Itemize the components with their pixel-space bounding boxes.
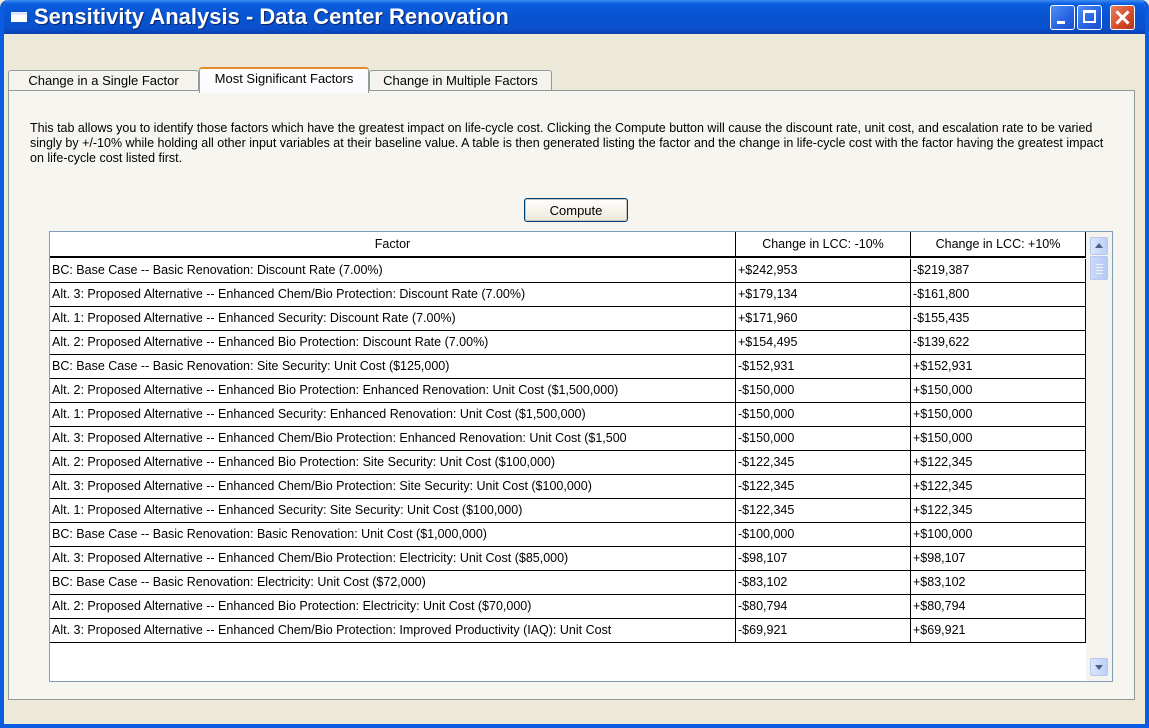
column-header-change-plus-10[interactable]: Change in LCC: +10%	[911, 232, 1086, 258]
table-row[interactable]: BC: Base Case -- Basic Renovation: Site …	[50, 355, 1086, 379]
cell-change-minus-10[interactable]: -$98,107	[736, 547, 911, 571]
cell-change-plus-10[interactable]: +$83,102	[911, 571, 1086, 595]
scroll-thumb[interactable]	[1090, 256, 1108, 280]
cell-factor[interactable]: Alt. 1: Proposed Alternative -- Enhanced…	[50, 403, 736, 427]
cell-factor[interactable]: Alt. 2: Proposed Alternative -- Enhanced…	[50, 595, 736, 619]
table-row[interactable]: Alt. 1: Proposed Alternative -- Enhanced…	[50, 499, 1086, 523]
cell-factor[interactable]: Alt. 1: Proposed Alternative -- Enhanced…	[50, 499, 736, 523]
window-app-icon	[11, 12, 27, 22]
table-row[interactable]: Alt. 3: Proposed Alternative -- Enhanced…	[50, 283, 1086, 307]
column-header-factor[interactable]: Factor	[50, 232, 736, 258]
cell-factor[interactable]: Alt. 2: Proposed Alternative -- Enhanced…	[50, 331, 736, 355]
window-title: Sensitivity Analysis - Data Center Renov…	[34, 4, 509, 29]
cell-change-minus-10[interactable]: -$100,000	[736, 523, 911, 547]
description-text: This tab allows you to identify those fa…	[30, 121, 1104, 165]
cell-factor[interactable]: Alt. 1: Proposed Alternative -- Enhanced…	[50, 307, 736, 331]
vertical-scrollbar[interactable]	[1086, 232, 1112, 681]
cell-change-plus-10[interactable]: +$80,794	[911, 595, 1086, 619]
table-row[interactable]: Alt. 3: Proposed Alternative -- Enhanced…	[50, 475, 1086, 499]
cell-change-minus-10[interactable]: -$150,000	[736, 427, 911, 451]
cell-factor[interactable]: BC: Base Case -- Basic Renovation: Disco…	[50, 259, 736, 283]
scroll-up-arrow-icon	[1095, 243, 1103, 248]
table-row[interactable]: Alt. 3: Proposed Alternative -- Enhanced…	[50, 547, 1086, 571]
cell-change-minus-10[interactable]: +$154,495	[736, 331, 911, 355]
scroll-down-button[interactable]	[1090, 658, 1108, 676]
close-button[interactable]	[1110, 5, 1135, 30]
cell-factor[interactable]: Alt. 3: Proposed Alternative -- Enhanced…	[50, 547, 736, 571]
cell-change-minus-10[interactable]: -$122,345	[736, 451, 911, 475]
cell-change-minus-10[interactable]: -$122,345	[736, 499, 911, 523]
table-row[interactable]: Alt. 1: Proposed Alternative -- Enhanced…	[50, 403, 1086, 427]
table-row[interactable]: Alt. 3: Proposed Alternative -- Enhanced…	[50, 427, 1086, 451]
cell-factor[interactable]: Alt. 3: Proposed Alternative -- Enhanced…	[50, 619, 736, 643]
scroll-up-button[interactable]	[1090, 237, 1108, 255]
cell-factor[interactable]: BC: Base Case -- Basic Renovation: Site …	[50, 355, 736, 379]
cell-factor[interactable]: Alt. 2: Proposed Alternative -- Enhanced…	[50, 451, 736, 475]
cell-change-minus-10[interactable]: -$83,102	[736, 571, 911, 595]
scroll-down-arrow-icon	[1095, 665, 1103, 670]
cell-change-plus-10[interactable]: +$122,345	[911, 451, 1086, 475]
minimize-button[interactable]	[1050, 5, 1075, 30]
table-row[interactable]: Alt. 2: Proposed Alternative -- Enhanced…	[50, 595, 1086, 619]
cell-factor[interactable]: Alt. 2: Proposed Alternative -- Enhanced…	[50, 379, 736, 403]
cell-change-minus-10[interactable]: -$152,931	[736, 355, 911, 379]
table-row[interactable]: Alt. 3: Proposed Alternative -- Enhanced…	[50, 619, 1086, 643]
cell-factor[interactable]: BC: Base Case -- Basic Renovation: Basic…	[50, 523, 736, 547]
column-header-change-minus-10[interactable]: Change in LCC: -10%	[736, 232, 911, 258]
tab-panel-most-significant-factors: This tab allows you to identify those fa…	[8, 90, 1135, 700]
cell-change-minus-10[interactable]: -$69,921	[736, 619, 911, 643]
cell-change-minus-10[interactable]: +$242,953	[736, 259, 911, 283]
cell-factor[interactable]: BC: Base Case -- Basic Renovation: Elect…	[50, 571, 736, 595]
table-row[interactable]: BC: Base Case -- Basic Renovation: Elect…	[50, 571, 1086, 595]
cell-change-minus-10[interactable]: +$179,134	[736, 283, 911, 307]
table-row[interactable]: Alt. 2: Proposed Alternative -- Enhanced…	[50, 331, 1086, 355]
table-header: Factor Change in LCC: -10% Change in LCC…	[50, 232, 1086, 259]
minimize-icon	[1057, 21, 1065, 24]
table-row[interactable]: BC: Base Case -- Basic Renovation: Basic…	[50, 523, 1086, 547]
tab-change-in-multiple-factors[interactable]: Change in Multiple Factors	[369, 70, 552, 91]
cell-change-plus-10[interactable]: -$155,435	[911, 307, 1086, 331]
cell-change-minus-10[interactable]: -$80,794	[736, 595, 911, 619]
maximize-button[interactable]	[1077, 5, 1102, 30]
compute-button[interactable]: Compute	[524, 198, 628, 222]
cell-factor[interactable]: Alt. 3: Proposed Alternative -- Enhanced…	[50, 475, 736, 499]
maximize-icon	[1083, 10, 1096, 23]
table-row[interactable]: Alt. 2: Proposed Alternative -- Enhanced…	[50, 379, 1086, 403]
cell-change-minus-10[interactable]: -$150,000	[736, 403, 911, 427]
cell-change-plus-10[interactable]: +$69,921	[911, 619, 1086, 643]
thumb-grip	[1096, 273, 1103, 274]
cell-change-minus-10[interactable]: -$150,000	[736, 379, 911, 403]
cell-change-plus-10[interactable]: -$139,622	[911, 331, 1086, 355]
table-row[interactable]: Alt. 1: Proposed Alternative -- Enhanced…	[50, 307, 1086, 331]
thumb-grip	[1096, 264, 1103, 265]
factors-table: Factor Change in LCC: -10% Change in LCC…	[49, 231, 1113, 682]
close-icon	[1111, 6, 1134, 29]
cell-change-plus-10[interactable]: +$152,931	[911, 355, 1086, 379]
cell-change-minus-10[interactable]: -$122,345	[736, 475, 911, 499]
table-row[interactable]: Alt. 2: Proposed Alternative -- Enhanced…	[50, 451, 1086, 475]
tab-most-significant-factors[interactable]: Most Significant Factors	[199, 67, 369, 93]
cell-change-plus-10[interactable]: -$219,387	[911, 259, 1086, 283]
cell-change-plus-10[interactable]: +$122,345	[911, 499, 1086, 523]
cell-change-plus-10[interactable]: +$150,000	[911, 427, 1086, 451]
table-row[interactable]: BC: Base Case -- Basic Renovation: Disco…	[50, 259, 1086, 283]
cell-change-plus-10[interactable]: +$98,107	[911, 547, 1086, 571]
title-bar[interactable]: Sensitivity Analysis - Data Center Renov…	[4, 0, 1145, 34]
cell-change-plus-10[interactable]: -$161,800	[911, 283, 1086, 307]
cell-change-minus-10[interactable]: +$171,960	[736, 307, 911, 331]
thumb-grip	[1096, 267, 1103, 268]
cell-change-plus-10[interactable]: +$150,000	[911, 379, 1086, 403]
cell-change-plus-10[interactable]: +$100,000	[911, 523, 1086, 547]
tab-change-in-single-factor[interactable]: Change in a Single Factor	[8, 70, 199, 91]
cell-change-plus-10[interactable]: +$150,000	[911, 403, 1086, 427]
thumb-grip	[1096, 270, 1103, 271]
cell-change-plus-10[interactable]: +$122,345	[911, 475, 1086, 499]
cell-factor[interactable]: Alt. 3: Proposed Alternative -- Enhanced…	[50, 427, 736, 451]
cell-factor[interactable]: Alt. 3: Proposed Alternative -- Enhanced…	[50, 283, 736, 307]
